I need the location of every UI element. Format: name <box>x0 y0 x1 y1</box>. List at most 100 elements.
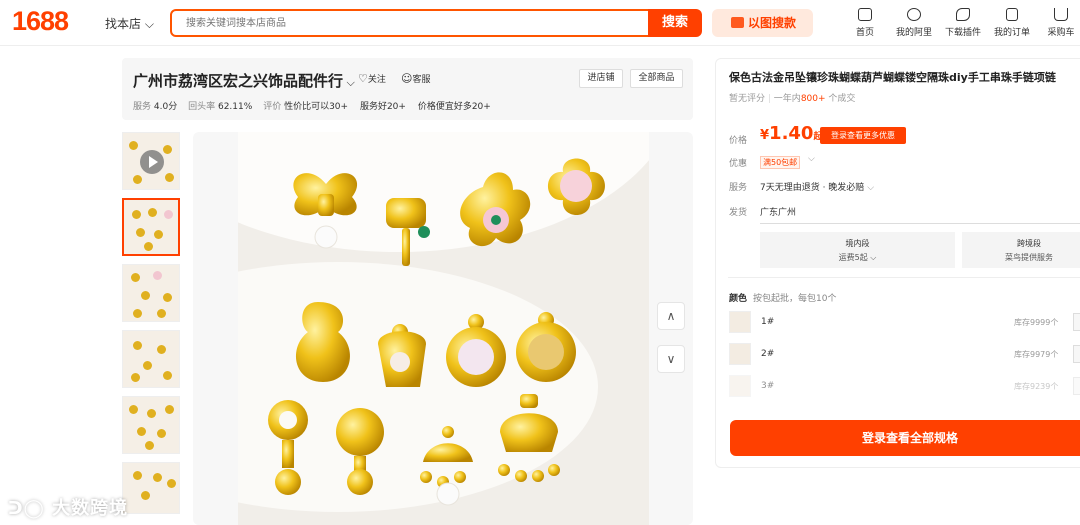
nav-cart[interactable]: 采购车 <box>1039 8 1080 38</box>
enter-shop-button[interactable]: 进店铺 <box>579 69 623 88</box>
product-swatch <box>137 427 146 436</box>
nav-my-orders[interactable]: 我的订单 <box>990 8 1034 38</box>
service-score-label: 服务 <box>133 102 152 112</box>
jewelry-pendants-illustration <box>268 158 605 506</box>
product-swatch <box>165 173 174 182</box>
domestic-fee: 运费5起 <box>838 253 868 262</box>
smile-icon: ☺ <box>401 72 413 85</box>
chevron-up-icon: ∧ <box>666 309 676 323</box>
chevron-down-icon: ⌵ <box>144 17 154 31</box>
quantity-minus-button[interactable] <box>1073 377 1080 395</box>
variant-stock: 库存9999个 <box>1014 318 1059 327</box>
product-swatch <box>141 291 150 300</box>
thumbnail-video[interactable] <box>122 132 180 190</box>
product-swatch <box>143 361 152 370</box>
color-header: 颜色 按包起批，每包10个 <box>729 291 836 304</box>
product-swatch <box>133 175 142 184</box>
nav-home[interactable]: 首页 <box>843 8 887 38</box>
service-score: 4.0分 <box>153 102 178 112</box>
quantity-minus-button[interactable] <box>1073 345 1080 363</box>
product-swatch <box>129 405 138 414</box>
service-guarantees[interactable]: 7天无理由退货 · 晚发必赔 ⌵ <box>760 180 874 193</box>
watermark: ᑐ◯ 大数跨境 <box>8 494 128 520</box>
variant-row[interactable]: 2# 库存9979个 <box>729 343 1080 367</box>
review-tag[interactable]: 性价比可以30+ <box>284 102 348 112</box>
sales-count: 800+ <box>800 94 826 104</box>
play-icon <box>140 150 164 174</box>
product-swatch <box>129 141 138 150</box>
product-info-panel: 保色古法金吊坠镶珍珠蝴蝶葫芦蝴蝶镂空隔珠diy手工串珠手链项链 暂无评分 | 一… <box>715 58 1080 468</box>
chevron-down-icon[interactable]: ⌵ <box>808 154 815 164</box>
image-search-button[interactable]: 以图搜款 <box>712 9 813 37</box>
chevron-down-icon: ⌵ <box>343 76 355 89</box>
thumbnail-image[interactable] <box>122 396 180 454</box>
image-next-button[interactable]: ∨ <box>657 345 685 373</box>
thumbnail-list <box>122 132 182 522</box>
site-logo[interactable]: 1688 <box>12 6 69 37</box>
home-icon <box>858 8 872 21</box>
quantity-minus-button[interactable] <box>1073 313 1080 331</box>
product-swatch <box>165 405 174 414</box>
product-swatch <box>153 271 162 280</box>
cart-icon <box>1054 8 1068 21</box>
variant-row[interactable]: 3# 库存9239个 <box>729 375 1080 399</box>
customer-service-button[interactable]: ☺客服 <box>401 72 430 85</box>
variant-thumbnail <box>729 343 751 365</box>
product-swatch <box>144 242 153 251</box>
review-tag[interactable]: 服务好20+ <box>360 102 406 112</box>
promo-tag[interactable]: 满50包邮 <box>760 156 801 169</box>
product-swatch <box>145 441 154 450</box>
search-input[interactable] <box>172 11 648 35</box>
all-products-button[interactable]: 全部商品 <box>630 69 683 88</box>
product-swatch <box>141 491 150 500</box>
chevron-down-icon: ⌵ <box>867 183 875 193</box>
search-button[interactable]: 搜索 <box>648 9 702 37</box>
product-swatch <box>131 273 140 282</box>
chevron-down-icon: ⌵ <box>870 253 877 262</box>
login-discount-button[interactable]: 登录查看更多优惠 <box>820 127 906 144</box>
cross-border-service: 菜鸟提供服务 <box>1005 253 1053 262</box>
rating-label: 评价 <box>263 102 282 112</box>
thumbnail-image[interactable] <box>122 198 180 256</box>
thumbnail-image[interactable] <box>122 330 180 388</box>
shop-name: 广州市荔湾区宏之兴饰品配件行 <box>133 72 344 90</box>
image-prev-button[interactable]: ∧ <box>657 302 685 330</box>
nav-home-label: 首页 <box>855 28 874 38</box>
domestic-shipping[interactable]: 境内段运费5起 ⌵ <box>760 232 955 268</box>
product-swatch <box>157 429 166 438</box>
variant-row[interactable]: 1# 库存9999个 <box>729 311 1080 335</box>
variant-thumbnail <box>729 311 751 333</box>
product-swatch <box>163 371 172 380</box>
puzzle-icon <box>956 8 970 21</box>
cross-border-shipping[interactable]: 跨境段 菜鸟提供服务 <box>962 232 1080 268</box>
view-all-specs-button[interactable]: 登录查看全部规格 <box>730 420 1080 456</box>
cross-border-title: 跨境段 <box>1017 239 1041 248</box>
review-tag[interactable]: 价格便宜好多20+ <box>418 102 491 112</box>
nav-my-ali[interactable]: 我的阿里 <box>892 8 936 38</box>
repurchase-rate: 62.11% <box>217 102 253 112</box>
heart-plus-icon: ♡ <box>358 72 368 85</box>
product-swatch <box>164 210 173 219</box>
thumbnail-image[interactable] <box>122 462 180 514</box>
nav-download-plugin[interactable]: 下载插件 <box>941 8 985 38</box>
main-product-image[interactable] <box>193 132 693 525</box>
thumbnail-image[interactable] <box>122 264 180 322</box>
variant-name: 3# <box>761 381 775 391</box>
variant-thumbnail <box>729 375 751 397</box>
watermark-text: 大数跨境 <box>52 498 129 519</box>
product-swatch <box>167 479 176 488</box>
product-swatch <box>132 210 141 219</box>
ship-from: 广东广州 <box>760 208 797 218</box>
currency-symbol: ¥ <box>760 128 770 143</box>
variant-stock: 库存9979个 <box>1014 350 1059 359</box>
product-swatch <box>154 230 163 239</box>
nav-my-orders-label: 我的订单 <box>993 28 1030 38</box>
sales-suffix: 个成交 <box>828 94 856 104</box>
follow-button[interactable]: ♡关注 <box>358 72 386 85</box>
domestic-title: 境内段 <box>845 239 870 248</box>
shop-name-dropdown[interactable]: 广州市荔湾区宏之兴饰品配件行 ⌵ <box>133 70 355 91</box>
product-meta: 暂无评分 | 一年内800+ 个成交 <box>729 94 856 104</box>
product-swatch <box>163 293 172 302</box>
search-scope-dropdown[interactable]: 找本店 ⌵ <box>105 15 154 32</box>
repurchase-label: 回头率 <box>188 102 216 112</box>
